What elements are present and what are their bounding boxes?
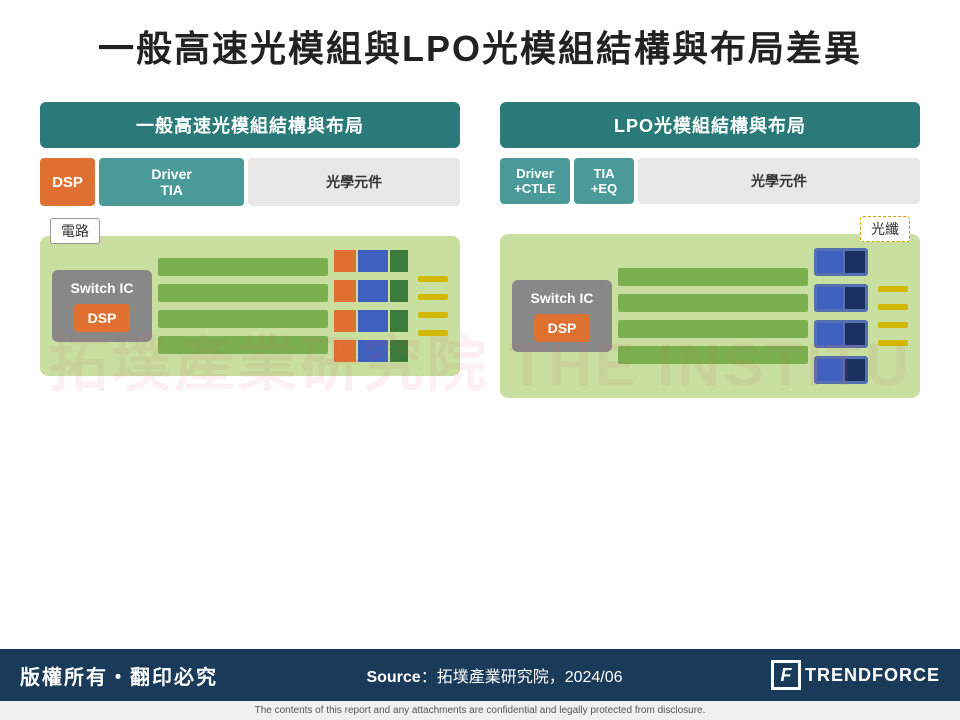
right-switch-label: Switch IC (530, 290, 593, 306)
left-conn-blue-1 (358, 250, 388, 272)
left-optics-box: 光學元件 (248, 158, 460, 206)
right-yellow-1 (878, 286, 908, 292)
right-dsp-inner: DSP (534, 314, 591, 342)
right-yellow-lines (874, 286, 908, 346)
left-cable-area (158, 258, 328, 354)
green-line-2 (158, 284, 328, 302)
left-conn-green-2 (390, 280, 408, 302)
left-conn-blue-2 (358, 280, 388, 302)
left-conn-orange-4 (334, 340, 356, 362)
left-dsp-box: DSP (40, 158, 95, 206)
left-yellow-4 (418, 330, 448, 336)
left-diagram: 一般高速光模組結構與布局 DSP DriverTIA 光學元件 電路 Switc… (40, 102, 460, 376)
right-fiber-row-1 (814, 248, 868, 276)
fb-dark-4 (845, 359, 865, 381)
right-board-area: 光纖 Switch IC DSP (500, 234, 920, 398)
diagrams-row: 一般高速光模組結構與布局 DSP DriverTIA 光學元件 電路 Switc… (40, 102, 920, 639)
left-board-label: 電路 (50, 218, 100, 244)
left-conn-1 (334, 250, 408, 272)
fb-dark-1 (845, 251, 865, 273)
left-conn-4 (334, 340, 408, 362)
left-yellow-2 (418, 294, 448, 300)
left-switch-label: Switch IC (70, 280, 133, 296)
left-switch-ic: Switch IC DSP (52, 270, 152, 342)
source-text: ：拓墣產業研究院，2024/06 (421, 669, 623, 686)
fb-blue-2 (817, 287, 843, 309)
left-yellow-lines (414, 276, 448, 336)
green-line-4 (158, 336, 328, 354)
right-optics-box: 光學元件 (638, 158, 920, 204)
right-green-1 (618, 268, 808, 286)
fb-dark-3 (845, 323, 865, 345)
right-diagram-header: LPO光模組結構與布局 (500, 102, 920, 148)
page-title: 一般高速光模組與LPO光模組結構與布局差異 (40, 20, 920, 72)
fb-blue-1 (817, 251, 843, 273)
trendforce-text: TRENDFORCE (805, 665, 940, 686)
footer: 版權所有‧翻印必究 Source：拓墣產業研究院，2024/06 F TREND… (0, 649, 960, 701)
disclaimer: The contents of this report and any atta… (0, 701, 960, 720)
right-switch-ic: Switch IC DSP (512, 280, 612, 352)
left-diagram-header: 一般高速光模組結構與布局 (40, 102, 460, 148)
right-fiber-label: 光纖 (860, 216, 910, 242)
fb-dark-2 (845, 287, 865, 309)
right-yellow-4 (878, 340, 908, 346)
right-fiber-row-4 (814, 356, 868, 384)
left-yellow-1 (418, 276, 448, 282)
right-diagram: LPO光模組結構與布局 Driver+CTLE TIA+EQ 光學元件 光纖 S… (500, 102, 920, 398)
fb-blue-3 (817, 323, 843, 345)
left-board-area: 電路 Switch IC DSP (40, 236, 460, 376)
left-conn-orange-2 (334, 280, 356, 302)
footer-source: Source：拓墣產業研究院，2024/06 (366, 663, 622, 687)
left-conn-green-4 (390, 340, 408, 362)
fb-blue-4 (817, 359, 843, 381)
right-yellow-2 (878, 304, 908, 310)
trendforce-icon: F (771, 660, 801, 690)
left-conn-blue-4 (358, 340, 388, 362)
left-driver-box: DriverTIA (99, 158, 244, 206)
left-conn-blue-3 (358, 310, 388, 332)
slide: 一般高速光模組與LPO光模組結構與布局差異 一般高速光模組結構與布局 DSP D… (0, 0, 960, 720)
source-label: Source (366, 669, 420, 686)
footer-logo: F TRENDFORCE (771, 660, 940, 690)
right-fiber-blocks (814, 248, 868, 384)
right-component-row: Driver+CTLE TIA+EQ 光學元件 (500, 158, 920, 204)
left-conn-orange-3 (334, 310, 356, 332)
right-tia-eq-box: TIA+EQ (574, 158, 634, 204)
right-fiber-row-2 (814, 284, 868, 312)
left-yellow-3 (418, 312, 448, 318)
tf-f-letter: F (781, 665, 792, 686)
right-board-content: Switch IC DSP (512, 248, 908, 384)
right-fiber-row-3 (814, 320, 868, 348)
footer-copyright: 版權所有‧翻印必究 (20, 661, 218, 690)
right-green-3 (618, 320, 808, 338)
green-line-1 (158, 258, 328, 276)
left-conn-green-1 (390, 250, 408, 272)
left-conn-green-3 (390, 310, 408, 332)
green-line-3 (158, 310, 328, 328)
right-cable-area (618, 268, 808, 364)
left-component-row: DSP DriverTIA 光學元件 (40, 158, 460, 206)
left-board-content: Switch IC DSP (52, 250, 448, 362)
main-content: 一般高速光模組與LPO光模組結構與布局差異 一般高速光模組結構與布局 DSP D… (0, 0, 960, 649)
left-conn-orange-1 (334, 250, 356, 272)
right-green-2 (618, 294, 808, 312)
right-green-4 (618, 346, 808, 364)
left-conn-2 (334, 280, 408, 302)
left-dsp-inner: DSP (74, 304, 131, 332)
right-yellow-3 (878, 322, 908, 328)
left-connectors (334, 250, 408, 362)
right-driver-ctle-box: Driver+CTLE (500, 158, 570, 204)
left-conn-3 (334, 310, 408, 332)
